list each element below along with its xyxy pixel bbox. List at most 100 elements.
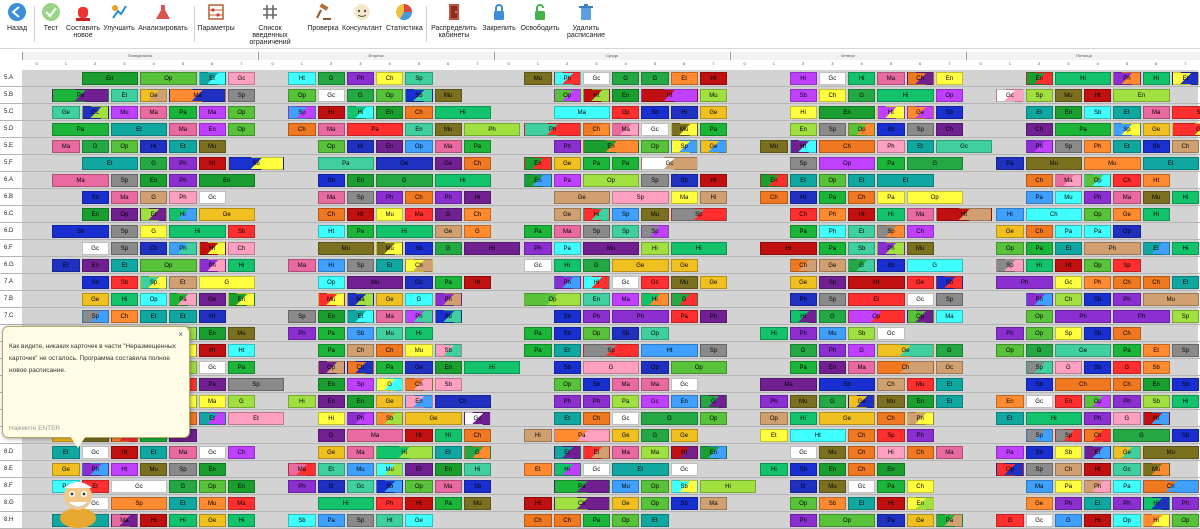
lesson-card[interactable]: Gc: [198, 446, 226, 459]
lesson-card[interactable]: Ht: [670, 446, 698, 459]
lesson-card[interactable]: Ch: [818, 140, 876, 153]
lesson-card[interactable]: Ge: [1054, 344, 1112, 357]
lesson-card[interactable]: Ma: [198, 395, 226, 408]
lesson-card[interactable]: Op: [906, 191, 963, 204]
lesson-card[interactable]: Mu: [1054, 191, 1082, 204]
lesson-card[interactable]: Et: [140, 310, 168, 323]
lesson-card[interactable]: Ht: [463, 242, 521, 255]
lesson-card[interactable]: Ph: [996, 327, 1024, 340]
lesson-card[interactable]: Ph: [1025, 140, 1053, 153]
lesson-card[interactable]: Ch: [1054, 378, 1112, 391]
lesson-card[interactable]: Pa: [996, 446, 1024, 459]
lesson-card[interactable]: G: [641, 72, 669, 85]
lesson-card[interactable]: Ch: [405, 191, 433, 204]
lesson-card[interactable]: Ma: [612, 123, 640, 136]
lesson-card[interactable]: Hi: [553, 463, 581, 476]
lesson-card[interactable]: Pa: [877, 157, 905, 170]
lesson-card[interactable]: Gc: [848, 480, 876, 493]
lesson-card[interactable]: Pa: [877, 480, 905, 493]
lesson-card[interactable]: Ph: [1054, 497, 1082, 510]
lesson-card[interactable]: Et: [553, 344, 581, 357]
lesson-card[interactable]: En: [818, 106, 876, 119]
lesson-card[interactable]: Sp: [346, 191, 374, 204]
lesson-card[interactable]: En: [877, 463, 905, 476]
lesson-card[interactable]: Op: [641, 497, 669, 510]
lesson-card[interactable]: Mu: [524, 72, 552, 85]
lesson-card[interactable]: Sb: [346, 327, 374, 340]
lesson-card[interactable]: Et: [670, 72, 698, 85]
lesson-card[interactable]: Sp: [612, 191, 669, 204]
lesson-card[interactable]: Ht: [760, 242, 817, 255]
lesson-card[interactable]: En: [140, 174, 168, 187]
lesson-card[interactable]: G: [996, 514, 1024, 527]
lesson-card[interactable]: Hi: [553, 259, 581, 272]
lesson-card[interactable]: Mu: [818, 446, 846, 459]
lesson-card[interactable]: En: [1025, 72, 1053, 85]
lesson-card[interactable]: Gc: [81, 242, 109, 255]
toolbar-button-11[interactable]: Закрепить: [482, 2, 516, 46]
lesson-card[interactable]: Sp: [1054, 429, 1082, 442]
lesson-card[interactable]: Op: [848, 310, 905, 323]
lesson-card[interactable]: Ma: [346, 446, 374, 459]
lesson-card[interactable]: Ht: [641, 344, 698, 357]
lesson-card[interactable]: Hi: [376, 446, 433, 459]
lesson-card[interactable]: Gc: [1113, 463, 1141, 476]
lesson-card[interactable]: Op: [641, 480, 669, 493]
lesson-card[interactable]: Hi: [463, 463, 491, 476]
lesson-card[interactable]: Ph: [699, 310, 727, 323]
lesson-card[interactable]: G: [848, 259, 876, 272]
lesson-card[interactable]: G: [376, 378, 404, 391]
lesson-card[interactable]: En: [198, 174, 255, 187]
lesson-card[interactable]: Ph: [1084, 412, 1112, 425]
lesson-card[interactable]: En: [227, 293, 255, 306]
lesson-card[interactable]: Et: [848, 497, 876, 510]
lesson-card[interactable]: Pa: [227, 361, 255, 374]
lesson-card[interactable]: Et: [1171, 72, 1199, 85]
lesson-card[interactable]: En: [346, 174, 374, 187]
lesson-card[interactable]: Mu: [877, 395, 905, 408]
lesson-card[interactable]: Hi: [789, 412, 817, 425]
lesson-card[interactable]: Ma: [612, 293, 640, 306]
lesson-card[interactable]: Et: [81, 157, 138, 170]
lesson-card[interactable]: Gc: [1171, 123, 1200, 136]
lesson-card[interactable]: Hi: [1054, 72, 1112, 85]
lesson-card[interactable]: Sb: [935, 106, 963, 119]
lesson-card[interactable]: Op: [1171, 514, 1199, 527]
toolbar-button-1[interactable]: Тест: [38, 2, 64, 46]
lesson-card[interactable]: Ge: [553, 191, 610, 204]
lesson-card[interactable]: Sp: [877, 429, 905, 442]
lesson-card[interactable]: Op: [1025, 310, 1053, 323]
lesson-card[interactable]: Ma: [52, 140, 80, 153]
lesson-card[interactable]: Ma: [553, 225, 581, 238]
lesson-card[interactable]: En: [346, 395, 374, 408]
lesson-card[interactable]: Sb: [81, 191, 109, 204]
lesson-card[interactable]: Op: [818, 157, 876, 170]
lesson-card[interactable]: Ma: [612, 378, 640, 391]
lesson-card[interactable]: Et: [317, 463, 345, 476]
lesson-card[interactable]: Mu: [1025, 157, 1082, 170]
lesson-card[interactable]: Op: [1084, 208, 1112, 221]
lesson-card[interactable]: Pa: [317, 514, 345, 527]
lesson-card[interactable]: Et: [376, 259, 404, 272]
lesson-card[interactable]: Op: [641, 361, 669, 374]
lesson-card[interactable]: Ma: [434, 140, 462, 153]
lesson-card[interactable]: Pa: [346, 225, 374, 238]
lesson-card[interactable]: Ge: [906, 514, 934, 527]
lesson-card[interactable]: Sp: [288, 310, 316, 323]
lesson-card[interactable]: Ch: [140, 242, 168, 255]
lesson-card[interactable]: Ma: [877, 72, 905, 85]
lesson-card[interactable]: Sp: [641, 225, 669, 238]
lesson-card[interactable]: Sp: [1113, 259, 1141, 272]
lesson-card[interactable]: Et: [169, 276, 197, 289]
toolbar-button-2[interactable]: Составить новое: [66, 2, 100, 46]
lesson-card[interactable]: Mu: [376, 327, 404, 340]
lesson-card[interactable]: Mu: [434, 123, 462, 136]
lesson-card[interactable]: Ph: [434, 191, 462, 204]
lesson-card[interactable]: Ge: [52, 106, 80, 119]
lesson-card[interactable]: Ma: [346, 293, 374, 306]
lesson-card[interactable]: Mu: [198, 140, 226, 153]
lesson-card[interactable]: Hi: [288, 395, 316, 408]
lesson-card[interactable]: Et: [346, 310, 374, 323]
lesson-card[interactable]: Mu: [463, 497, 491, 510]
lesson-card[interactable]: Hi: [670, 106, 698, 119]
